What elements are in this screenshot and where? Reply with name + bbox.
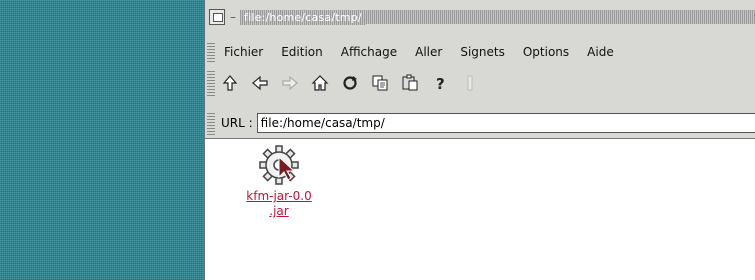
paste-button[interactable] [395, 72, 425, 94]
location-bar: URL : [205, 111, 755, 135]
toolbar: ? [205, 70, 755, 96]
paste-icon [402, 74, 418, 91]
menu-fichier[interactable]: Fichier [215, 45, 272, 59]
file-name-line-1: kfm-jar-0.0 [246, 189, 312, 203]
toolbar-handle[interactable] [207, 70, 215, 96]
home-icon [311, 75, 329, 91]
copy-button[interactable] [365, 72, 395, 94]
window-menu-icon[interactable] [209, 9, 225, 25]
menubar-handle[interactable] [207, 42, 215, 62]
forward-button[interactable] [275, 72, 305, 94]
file-item[interactable]: kfm-jar-0.0 .jar [219, 143, 339, 219]
file-icon[interactable] [257, 143, 301, 187]
file-name[interactable]: kfm-jar-0.0 .jar [219, 189, 339, 219]
url-input[interactable] [256, 113, 755, 133]
forward-icon [282, 75, 298, 91]
urlbar-handle[interactable] [207, 111, 215, 135]
file-manager-window: – file:/home/casa/tmp/ Fichier Edition A… [203, 0, 755, 280]
menu-aide[interactable]: Aide [578, 45, 623, 59]
copy-icon [372, 75, 388, 91]
window-title: file:/home/casa/tmp/ [240, 9, 366, 25]
reload-icon [343, 76, 357, 90]
title-bar-fill [365, 10, 755, 24]
menu-bar: Fichier Edition Affichage Aller Signets … [205, 42, 755, 62]
up-icon [222, 75, 238, 91]
back-button[interactable] [245, 72, 275, 94]
url-label: URL : [221, 116, 253, 130]
menu-affichage[interactable]: Affichage [332, 45, 406, 59]
title-separator: – [230, 10, 236, 24]
help-button[interactable]: ? [425, 72, 455, 94]
menu-edition[interactable]: Edition [272, 45, 332, 59]
help-icon: ? [436, 75, 445, 92]
back-icon [252, 75, 268, 91]
svg-text:?: ? [436, 75, 445, 92]
file-view[interactable]: kfm-jar-0.0 .jar [205, 138, 755, 280]
menu-aller[interactable]: Aller [406, 45, 451, 59]
title-bar[interactable]: – file:/home/casa/tmp/ [205, 6, 755, 28]
menu-options[interactable]: Options [514, 45, 578, 59]
reload-button[interactable] [335, 72, 365, 94]
up-button[interactable] [215, 72, 245, 94]
file-name-line-2: .jar [269, 204, 289, 218]
menu-signets[interactable]: Signets [451, 45, 514, 59]
stop-icon [467, 75, 473, 91]
desktop-background [0, 0, 203, 280]
mouse-pointer-icon [278, 155, 296, 181]
stop-button[interactable] [455, 72, 485, 94]
home-button[interactable] [305, 72, 335, 94]
